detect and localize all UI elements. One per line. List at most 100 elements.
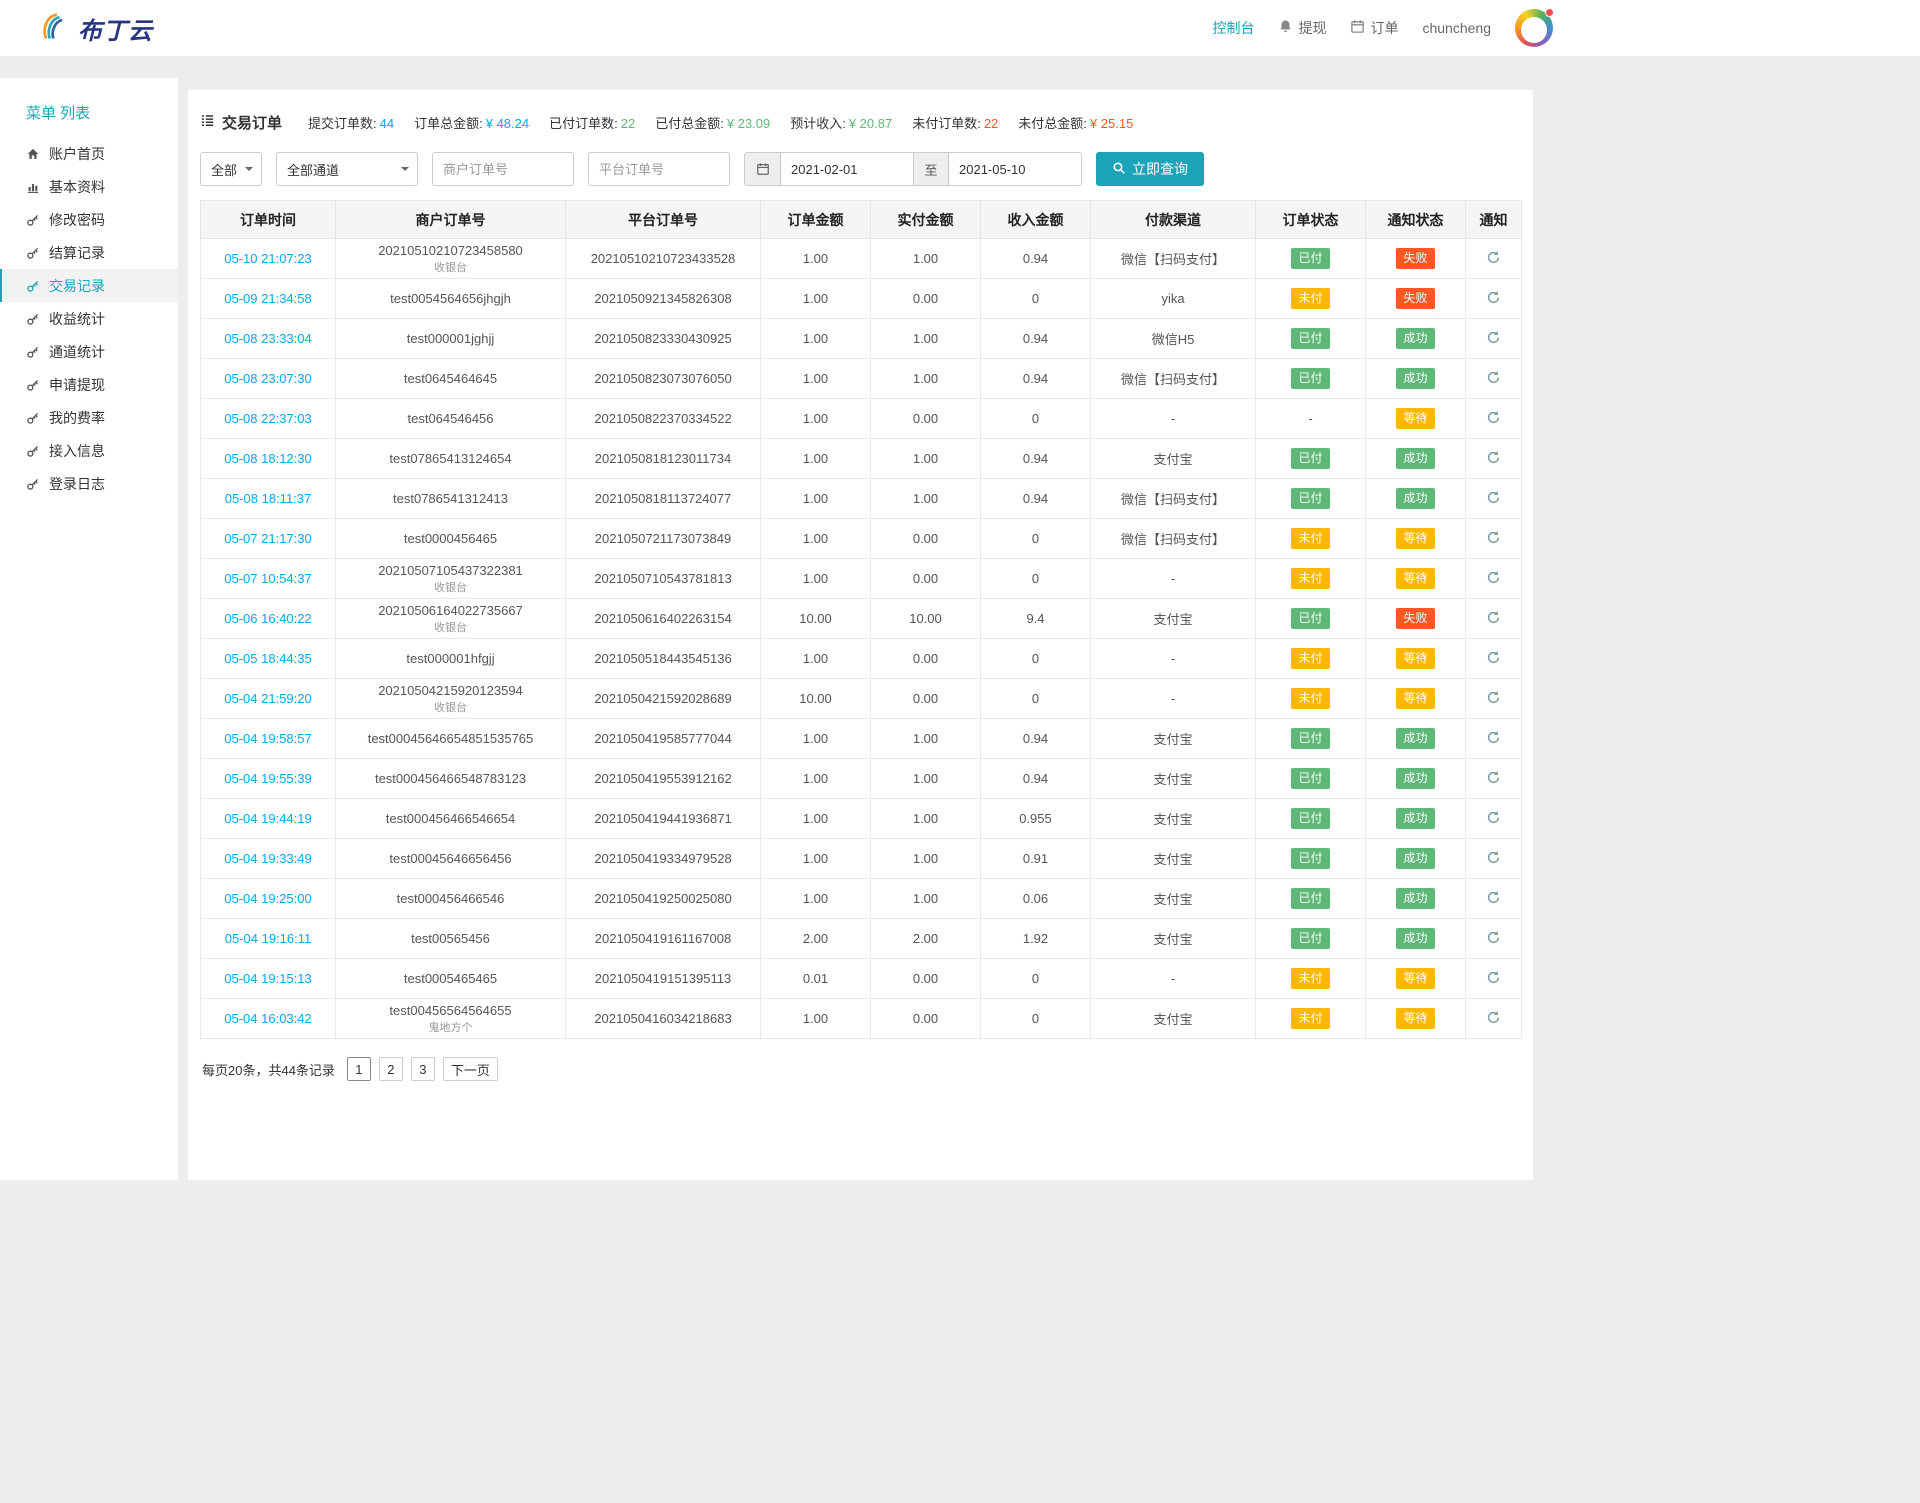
- order-time-cell: 05-07 21:17:30: [201, 519, 336, 559]
- order-time-link[interactable]: 05-07 10:54:37: [224, 571, 311, 586]
- status-select[interactable]: 全部: [200, 152, 262, 186]
- page-button-2[interactable]: 2: [379, 1057, 403, 1081]
- payment-channel-cell: 微信【扫码支付】: [1091, 519, 1256, 559]
- order-time-cell: 05-04 16:03:42: [201, 999, 336, 1039]
- order-status-cell: 已付: [1256, 759, 1366, 799]
- order-time-link[interactable]: 05-04 19:55:39: [224, 771, 311, 786]
- order-time-link[interactable]: 05-05 18:44:35: [224, 651, 311, 666]
- notify-cell: [1466, 519, 1522, 559]
- paid-amount-cell: 0.00: [871, 399, 981, 439]
- sidebar-item-3[interactable]: 结算记录: [0, 236, 178, 269]
- refresh-icon[interactable]: [1486, 570, 1501, 585]
- date-to-input[interactable]: [949, 153, 1081, 185]
- income-amount-cell: 0.94: [981, 479, 1091, 519]
- refresh-icon[interactable]: [1486, 730, 1501, 745]
- sidebar-item-10[interactable]: 登录日志: [0, 467, 178, 500]
- income-amount-cell: 0: [981, 999, 1091, 1039]
- order-time-link[interactable]: 05-08 23:33:04: [224, 331, 311, 346]
- order-time-link[interactable]: 05-04 16:03:42: [224, 1011, 311, 1026]
- refresh-icon[interactable]: [1486, 890, 1501, 905]
- sidebar-item-2[interactable]: 修改密码: [0, 203, 178, 236]
- logo[interactable]: 布丁云: [40, 11, 153, 46]
- income-amount-cell: 0: [981, 679, 1091, 719]
- refresh-icon[interactable]: [1486, 930, 1501, 945]
- sidebar-item-9[interactable]: 接入信息: [0, 434, 178, 467]
- date-from-input[interactable]: [781, 153, 913, 185]
- notify-status-cell: 失败: [1366, 239, 1466, 279]
- order-time-link[interactable]: 05-04 19:16:11: [225, 931, 312, 946]
- refresh-icon[interactable]: [1486, 770, 1501, 785]
- sidebar-item-5[interactable]: 收益统计: [0, 302, 178, 335]
- order-status-cell: 已付: [1256, 799, 1366, 839]
- sidebar-item-0[interactable]: 账户首页: [0, 137, 178, 170]
- refresh-icon[interactable]: [1486, 810, 1501, 825]
- refresh-icon[interactable]: [1486, 450, 1501, 465]
- user-avatar[interactable]: [1515, 9, 1553, 47]
- order-amount-cell: 1.00: [761, 399, 871, 439]
- refresh-icon[interactable]: [1486, 850, 1501, 865]
- refresh-icon[interactable]: [1486, 530, 1501, 545]
- page-button-1[interactable]: 1: [347, 1057, 371, 1081]
- refresh-icon[interactable]: [1486, 290, 1501, 305]
- stat-item: 订单总金额:¥ 48.24: [414, 113, 529, 132]
- income-amount-cell: 0.06: [981, 879, 1091, 919]
- order-time-link[interactable]: 05-08 23:07:30: [224, 371, 311, 386]
- refresh-icon[interactable]: [1486, 370, 1501, 385]
- order-amount-cell: 1.00: [761, 239, 871, 279]
- nav-withdraw[interactable]: 提现: [1278, 18, 1326, 38]
- merchant-tag: 鬼地方个: [340, 1019, 561, 1035]
- next-page-button[interactable]: 下一页: [443, 1057, 498, 1081]
- order-time-link[interactable]: 05-08 18:11:37: [225, 491, 312, 506]
- notify-cell: [1466, 239, 1522, 279]
- order-time-link[interactable]: 05-06 16:40:22: [224, 611, 311, 626]
- order-time-link[interactable]: 05-10 21:07:23: [224, 251, 311, 266]
- payment-channel-cell: -: [1091, 559, 1256, 599]
- order-time-cell: 05-10 21:07:23: [201, 239, 336, 279]
- status-badge: 未付: [1291, 568, 1329, 588]
- order-time-link[interactable]: 05-04 21:59:20: [224, 691, 311, 706]
- refresh-icon[interactable]: [1486, 250, 1501, 265]
- table-header-row: 订单时间商户订单号平台订单号订单金额实付金额收入金额付款渠道订单状态通知状态通知: [201, 201, 1522, 239]
- sidebar-item-label: 修改密码: [49, 210, 105, 230]
- channel-select[interactable]: 全部通道: [276, 152, 418, 186]
- order-time-link[interactable]: 05-08 22:37:03: [224, 411, 311, 426]
- sidebar-item-1[interactable]: 基本资料: [0, 170, 178, 203]
- page-title: 交易订单: [200, 112, 282, 133]
- refresh-icon[interactable]: [1486, 650, 1501, 665]
- refresh-icon[interactable]: [1486, 970, 1501, 985]
- payment-channel-cell: 微信【扫码支付】: [1091, 479, 1256, 519]
- calendar-icon[interactable]: [745, 153, 781, 185]
- refresh-icon[interactable]: [1486, 410, 1501, 425]
- refresh-icon[interactable]: [1486, 490, 1501, 505]
- order-time-link[interactable]: 05-04 19:44:19: [224, 811, 311, 826]
- order-time-link[interactable]: 05-04 19:58:57: [224, 731, 311, 746]
- order-time-link[interactable]: 05-04 19:15:13: [224, 971, 311, 986]
- notify-cell: [1466, 399, 1522, 439]
- page-button-3[interactable]: 3: [411, 1057, 435, 1081]
- nav-orders[interactable]: 订单: [1350, 18, 1398, 38]
- order-time-link[interactable]: 05-09 21:34:58: [224, 291, 311, 306]
- status-badge: 成功: [1396, 888, 1434, 908]
- merchant-order-no-input[interactable]: [432, 152, 574, 186]
- status-badge: 已付: [1291, 888, 1329, 908]
- sidebar-item-4[interactable]: 交易记录: [0, 269, 178, 302]
- nav-console[interactable]: 控制台: [1212, 18, 1254, 38]
- payment-channel-cell: yika: [1091, 279, 1256, 319]
- sidebar-item-7[interactable]: 申请提现: [0, 368, 178, 401]
- order-time-link[interactable]: 05-08 18:12:30: [224, 451, 311, 466]
- order-time-link[interactable]: 05-07 21:17:30: [224, 531, 311, 546]
- order-time-link[interactable]: 05-04 19:25:00: [224, 891, 311, 906]
- nav-username[interactable]: chuncheng: [1422, 20, 1491, 36]
- sidebar-item-6[interactable]: 通道统计: [0, 335, 178, 368]
- refresh-icon[interactable]: [1486, 610, 1501, 625]
- platform-order-no-cell: 2021050710543781813: [566, 559, 761, 599]
- order-time-link[interactable]: 05-04 19:33:49: [224, 851, 311, 866]
- refresh-icon[interactable]: [1486, 690, 1501, 705]
- refresh-icon[interactable]: [1486, 330, 1501, 345]
- refresh-icon[interactable]: [1486, 1010, 1501, 1025]
- platform-order-no-input[interactable]: [588, 152, 730, 186]
- sidebar-item-8[interactable]: 我的费率: [0, 401, 178, 434]
- platform-order-no-cell: 2021050616402263154: [566, 599, 761, 639]
- table-row: 05-04 19:58:57test0004564665485153576520…: [201, 719, 1522, 759]
- search-button[interactable]: 立即查询: [1096, 152, 1204, 186]
